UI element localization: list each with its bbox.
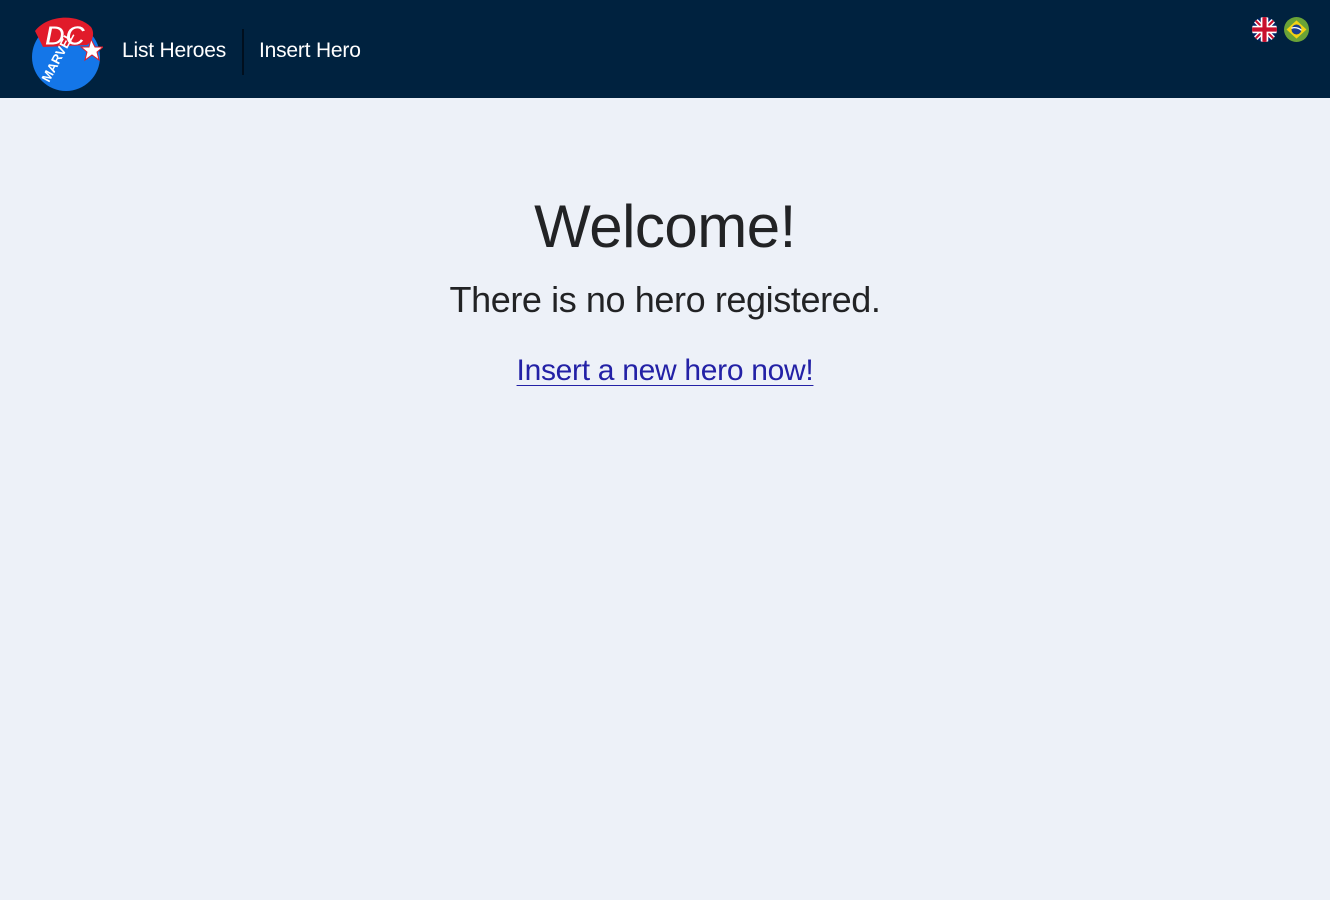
nav-insert-hero[interactable]: Insert Hero [259,36,361,66]
insert-new-hero-link[interactable]: Insert a new hero now! [517,354,814,387]
uk-flag-icon[interactable] [1252,17,1277,42]
brazil-flag-icon[interactable] [1284,17,1309,42]
dc-marvel-logo[interactable]: DC MARVEL [25,13,105,93]
empty-state-message: There is no hero registered. [449,279,881,320]
top-navbar: DC MARVEL List Heroes Insert Hero [0,0,1330,98]
insert-link-container: Insert a new hero now! [0,352,1330,390]
nav-divider [242,29,244,75]
nav-list-heroes[interactable]: List Heroes [122,36,226,66]
page-title: Welcome! [534,193,796,260]
